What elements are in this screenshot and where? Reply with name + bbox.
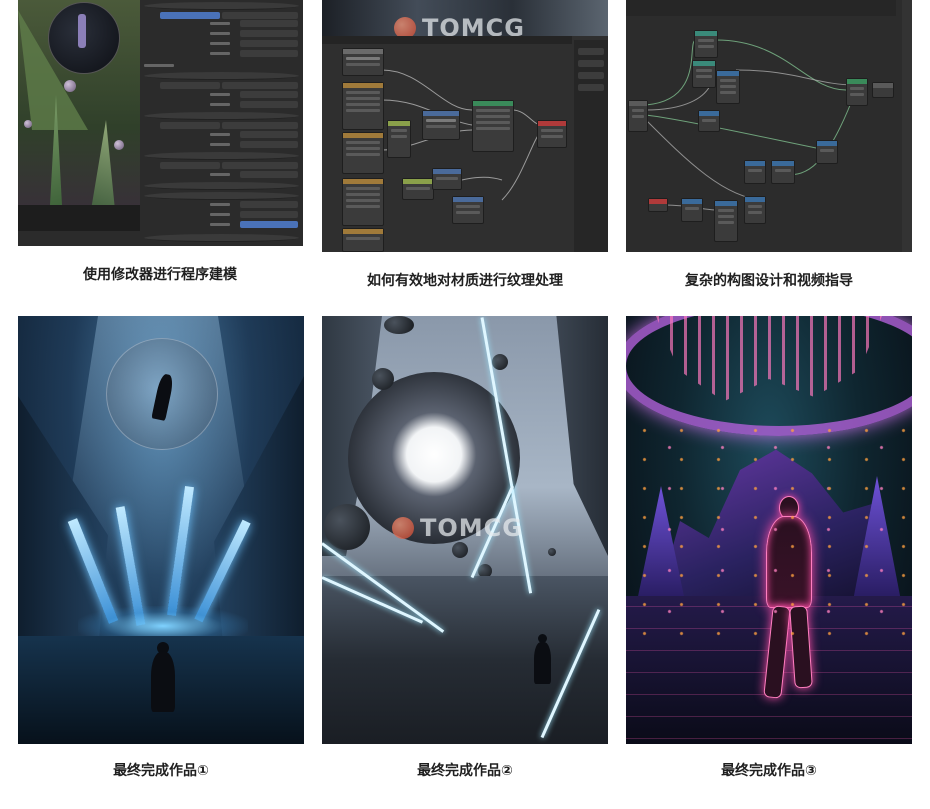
caption-final-artwork-2: 最终完成作品② xyxy=(417,763,513,779)
figure-shape xyxy=(78,14,86,48)
node-box[interactable] xyxy=(342,132,384,174)
standing-figure xyxy=(534,642,551,684)
final-artwork-1[interactable] xyxy=(18,316,304,744)
node-box[interactable] xyxy=(716,70,740,104)
node-box[interactable] xyxy=(342,178,384,226)
node-box[interactable] xyxy=(872,82,894,98)
caption-procedural-modeling: 使用修改器进行程序建模 xyxy=(83,267,237,283)
node-box[interactable] xyxy=(342,48,384,76)
tile-material-texturing[interactable]: TOMCG xyxy=(322,0,608,252)
tile-composition-design[interactable] xyxy=(626,0,912,252)
caption-composition-design: 复杂的构图设计和视频指导 xyxy=(685,273,853,289)
watermark: TOMCG xyxy=(392,514,523,542)
final-artwork-2[interactable]: TOMCG xyxy=(322,316,608,744)
node-box[interactable] xyxy=(387,120,411,158)
ball-shape xyxy=(24,120,32,128)
small-sphere xyxy=(452,542,468,558)
node-box[interactable] xyxy=(422,110,460,140)
tile-procedural-modeling[interactable] xyxy=(18,0,303,246)
small-sphere xyxy=(372,368,394,390)
caption-final-artwork-1: 最终完成作品① xyxy=(113,763,209,779)
node-box[interactable] xyxy=(698,110,720,132)
node-box[interactable] xyxy=(432,168,462,190)
modifier-properties-panel[interactable] xyxy=(140,0,303,246)
small-sphere xyxy=(492,354,508,370)
node-box[interactable] xyxy=(648,198,668,212)
node-box[interactable] xyxy=(714,200,738,242)
node-box[interactable] xyxy=(771,160,795,184)
node-box[interactable] xyxy=(694,30,718,58)
node-box[interactable] xyxy=(846,78,868,106)
timeline-bar[interactable] xyxy=(18,205,140,231)
properties-sidebar[interactable] xyxy=(574,40,608,252)
rock-right xyxy=(556,316,608,556)
standing-figure xyxy=(151,652,175,712)
caption-final-artwork-3: 最终完成作品③ xyxy=(721,763,817,779)
small-sphere xyxy=(384,316,414,334)
node-box[interactable] xyxy=(681,198,703,222)
node-box[interactable] xyxy=(402,178,434,200)
tomato-logo-icon xyxy=(392,517,414,539)
ball-shape xyxy=(114,140,124,150)
node-box[interactable] xyxy=(816,140,838,164)
node-box[interactable] xyxy=(744,196,766,224)
node-box[interactable] xyxy=(452,196,484,224)
ball-shape xyxy=(64,80,76,92)
node-box[interactable] xyxy=(628,100,648,132)
viewport-preview xyxy=(18,0,140,231)
node-box[interactable] xyxy=(342,82,384,130)
particles xyxy=(626,416,912,636)
node-box[interactable] xyxy=(472,100,514,152)
ground xyxy=(322,576,608,744)
final-artwork-3[interactable] xyxy=(626,316,912,744)
node-box[interactable] xyxy=(537,120,567,148)
plant-shape-2 xyxy=(91,120,115,210)
node-box[interactable] xyxy=(692,60,716,88)
caption-material-texturing: 如何有效地对材质进行纹理处理 xyxy=(367,273,563,289)
node-box[interactable] xyxy=(342,228,384,252)
node-box[interactable] xyxy=(744,160,766,184)
small-sphere xyxy=(548,548,556,556)
right-sidebar[interactable] xyxy=(902,0,912,252)
small-sphere xyxy=(324,504,370,550)
